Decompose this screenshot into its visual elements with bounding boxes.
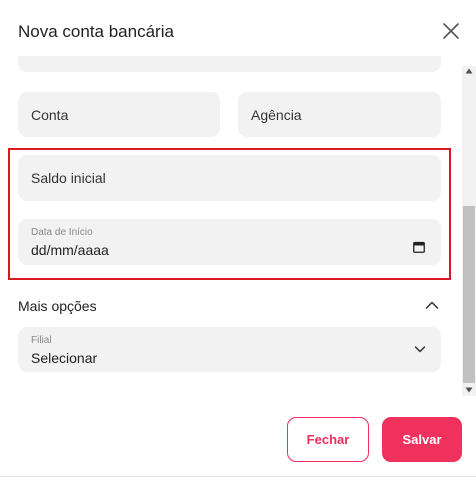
modal-header: Nova conta bancária: [0, 0, 476, 64]
chevron-down-icon: [414, 346, 426, 353]
previous-field[interactable]: [18, 56, 441, 72]
data-inicio-value: dd/mm/aaaa: [31, 242, 109, 258]
modal-title: Nova conta bancária: [18, 22, 174, 41]
saldo-inicial-placeholder: Saldo inicial: [31, 170, 106, 186]
close-modal-button[interactable]: Fechar: [287, 417, 369, 462]
data-inicio-label: Data de Início: [31, 227, 93, 238]
agencia-field[interactable]: Agência: [238, 92, 441, 137]
modal-scroll-area[interactable]: Conta Agência Saldo inicial Data de Iníc…: [0, 56, 476, 396]
scrollbar-thumb[interactable]: [463, 206, 475, 383]
close-icon: [443, 23, 459, 39]
calendar-icon[interactable]: [413, 241, 425, 253]
conta-placeholder: Conta: [31, 107, 69, 123]
filial-select[interactable]: Filial Selecionar: [18, 327, 441, 372]
agencia-placeholder: Agência: [251, 107, 302, 123]
data-inicio-field[interactable]: Data de Início dd/mm/aaaa: [18, 219, 441, 265]
scrollbar-down-arrow-icon[interactable]: [465, 387, 473, 393]
scrollbar-up-arrow-icon[interactable]: [465, 68, 473, 74]
conta-field[interactable]: Conta: [18, 92, 220, 137]
filial-value: Selecionar: [31, 350, 98, 366]
close-button[interactable]: [440, 20, 462, 42]
chevron-up-icon[interactable]: [425, 300, 439, 310]
new-bank-account-modal: Nova conta bancária Conta Agência Saldo …: [0, 0, 476, 477]
more-options-title[interactable]: Mais opções: [18, 298, 97, 314]
saldo-inicial-field[interactable]: Saldo inicial: [18, 155, 441, 201]
save-button[interactable]: Salvar: [382, 417, 462, 462]
filial-label: Filial: [31, 335, 52, 346]
